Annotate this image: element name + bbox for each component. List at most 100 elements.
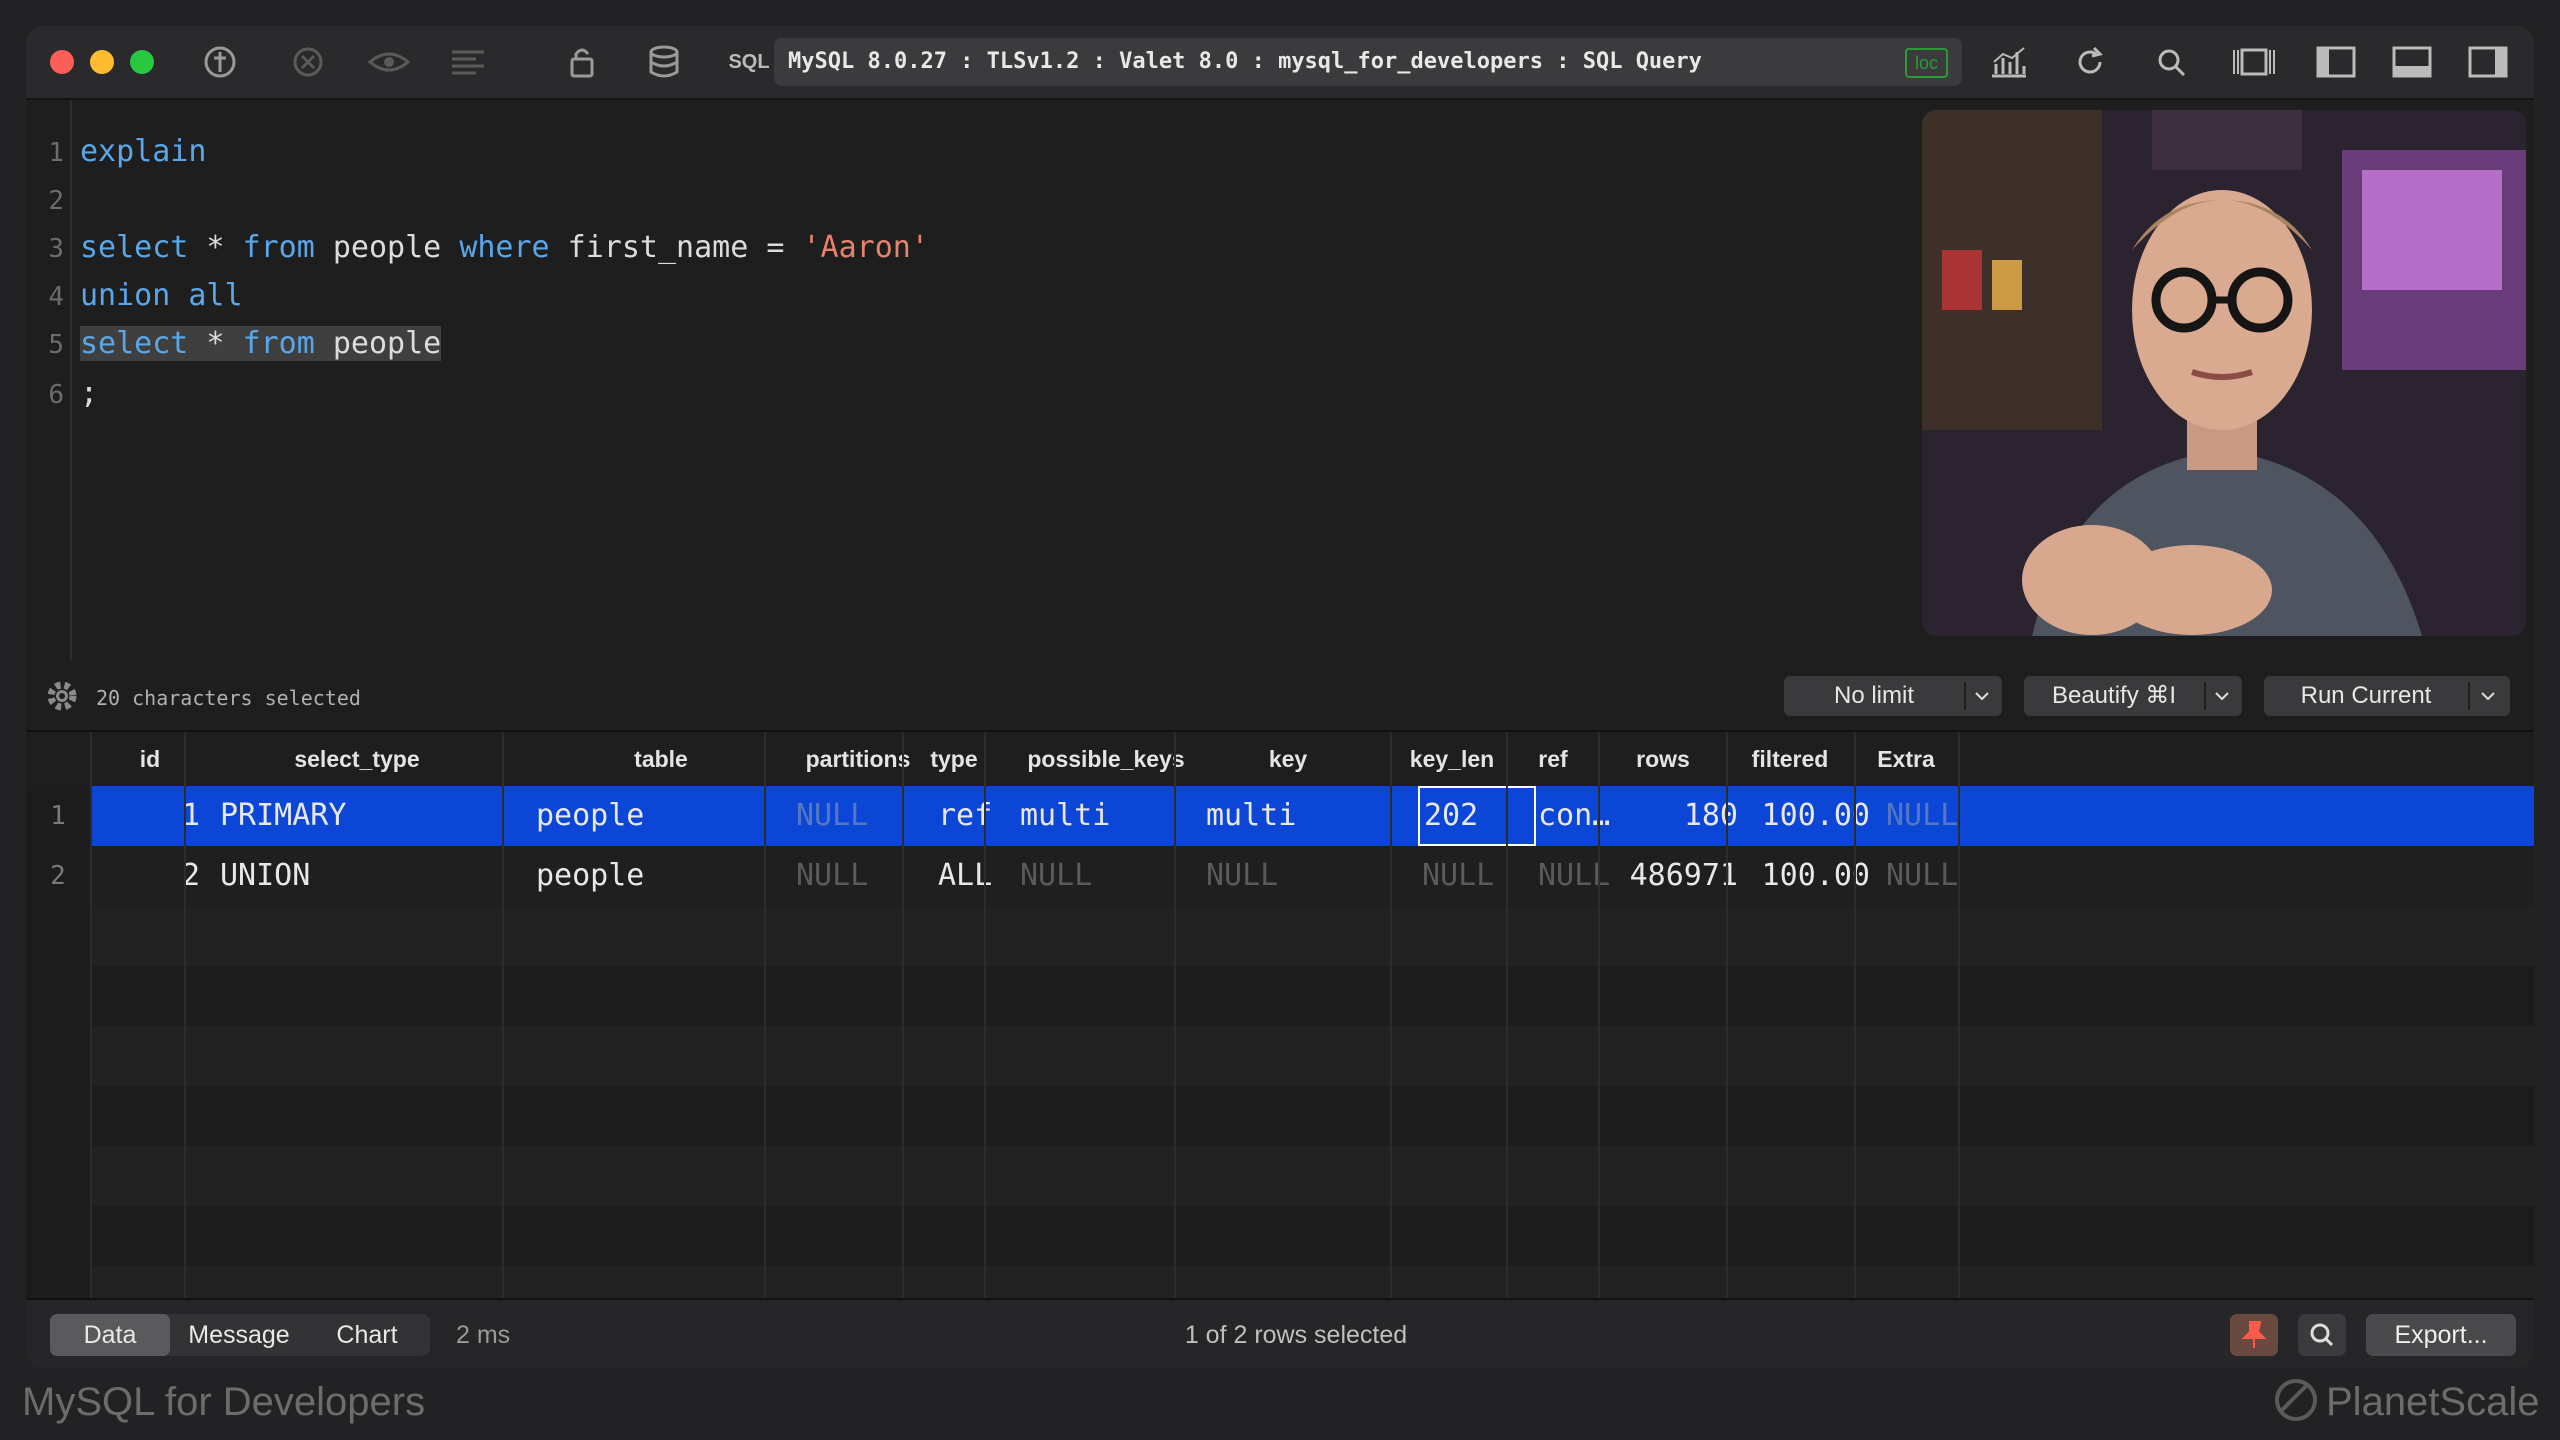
sql-editor[interactable]: 1 2 3 4 5 6 explain select * from people… [26,100,1926,680]
pin-button[interactable] [2230,1314,2278,1356]
column-header[interactable]: filtered [1726,732,1854,786]
database-icon[interactable] [644,44,684,80]
cell-type[interactable]: ALL [938,846,1018,906]
toolbar: SQL MySQL 8.0.27 : TLSv1.2 : Valet 8.0 :… [26,26,2534,100]
cell-extra[interactable]: NULL [1886,786,1976,846]
tab-data[interactable]: Data [50,1314,170,1356]
cell-extra[interactable]: NULL [1886,846,1976,906]
column-divider [1854,732,1856,1298]
results-table: id select_type table partitions type pos… [26,732,2534,1298]
app-window: SQL MySQL 8.0.27 : TLSv1.2 : Valet 8.0 :… [26,26,2534,1368]
cell-filtered[interactable]: 100.00 [1750,786,1870,846]
divider [2204,682,2206,710]
column-divider [1958,732,1960,1298]
cell-type[interactable]: ref [938,786,1018,846]
run-current-dropdown[interactable]: Run Current [2264,676,2510,716]
code-line-4: union all [80,278,243,313]
cell-possible-keys[interactable]: multi [1020,786,1200,846]
row-number: 2 [50,861,66,891]
column-header[interactable]: key [1174,732,1402,786]
limit-dropdown[interactable]: No limit [1784,676,2002,716]
refresh-icon[interactable] [2070,44,2110,80]
eye-icon[interactable] [366,44,412,80]
left-panel-icon[interactable] [2314,44,2358,80]
cell-ref[interactable]: con… [1538,786,1624,846]
cell-key[interactable]: multi [1206,786,1406,846]
line-number: 2 [48,186,64,216]
cell-rows[interactable]: 180 [1624,786,1738,846]
row-number: 1 [50,801,66,831]
column-divider [1726,732,1728,1298]
brand-watermark: PlanetScale [2326,1380,2540,1424]
cell-possible-keys[interactable]: NULL [1020,846,1200,906]
limit-label: No limit [1833,682,1914,709]
zoom-window-button[interactable] [130,50,154,74]
tab-message[interactable]: Message [174,1314,304,1356]
results-footer: Data Message Chart 2 ms 1 of 2 rows sele… [26,1298,2534,1368]
cell-partitions[interactable]: NULL [796,846,926,906]
code-line-6: ; [80,376,98,411]
cell-table[interactable]: people [536,846,786,906]
lock-icon[interactable] [562,44,602,80]
column-header[interactable]: select_type [186,732,528,786]
column-header[interactable]: Extra [1854,732,1958,786]
chevron-down-icon [2215,692,2229,701]
line-number: 3 [48,234,64,264]
tab-chart[interactable]: Chart [308,1314,426,1356]
right-panel-icon[interactable] [2466,44,2510,80]
cell-select-type[interactable]: PRIMARY [220,786,520,846]
line-number: 1 [48,138,64,168]
run-current-label: Run Current [2300,682,2432,709]
cell-select-type[interactable]: UNION [220,846,520,906]
beautify-dropdown[interactable]: Beautify ⌘I [2024,676,2242,716]
cell-ref[interactable]: NULL [1538,846,1624,906]
line-gutter: 1 2 3 4 5 6 [26,100,72,660]
column-divider [1506,732,1508,1298]
table-row[interactable]: 2 UNION people NULL ALL NULL NULL NULL N… [90,846,2534,906]
cell-table[interactable]: people [536,786,786,846]
chart-icon[interactable] [1986,44,2030,80]
selection-info: 20 characters selected [96,686,361,710]
chevron-down-icon [2481,692,2495,701]
loc-badge: loc [1904,48,1948,78]
keyword: explain [80,134,207,169]
connection-icon[interactable] [200,44,240,80]
minimize-window-button[interactable] [90,50,114,74]
course-watermark: MySQL for Developers [22,1380,426,1424]
column-divider [984,732,986,1298]
line-number: 4 [48,282,64,312]
code-text: * [188,230,243,265]
keyword: from [242,326,315,361]
stop-icon[interactable] [288,44,328,80]
search-results-button[interactable] [2298,1314,2346,1356]
empty-row [90,1026,2534,1086]
column-header[interactable]: ref [1506,732,1600,786]
split-icon[interactable] [2230,44,2278,80]
editor-status-bar: 20 characters selected No limit Beautify… [26,666,2534,732]
cell-partitions[interactable]: NULL [796,786,926,846]
cell-filtered[interactable]: 100.00 [1750,846,1870,906]
cell-key[interactable]: NULL [1206,846,1406,906]
export-button[interactable]: Export... [2366,1314,2516,1356]
results-view-tabs: Data Message Chart [50,1314,430,1356]
query-time: 2 ms [456,1321,511,1349]
cell-key-len[interactable]: 202 [1418,786,1536,846]
code-line-1: explain [80,134,206,169]
string-literal: 'Aaron' [802,230,929,265]
gear-icon[interactable] [44,678,80,714]
beautify-label: Beautify ⌘I [2051,682,2177,709]
sql-label[interactable]: SQL [724,44,774,80]
cell-rows[interactable]: 486971 [1624,846,1738,906]
table-row[interactable]: 1 PRIMARY people NULL ref multi multi 20… [90,786,2534,846]
close-window-button[interactable] [50,50,74,74]
connection-address-bar[interactable]: MySQL 8.0.27 : TLSv1.2 : Valet 8.0 : mys… [774,38,1962,86]
column-header[interactable]: rows [1600,732,1726,786]
bottom-panel-icon[interactable] [2390,44,2434,80]
format-icon[interactable] [446,44,490,80]
search-icon[interactable] [2152,44,2192,80]
connection-title: MySQL 8.0.27 : TLSv1.2 : Valet 8.0 : mys… [788,49,1702,74]
rows-selected-info: 1 of 2 rows selected [1184,1321,1408,1349]
cell-key-len[interactable]: NULL [1422,846,1532,906]
empty-row [90,906,2534,966]
column-header[interactable]: key_len [1390,732,1514,786]
